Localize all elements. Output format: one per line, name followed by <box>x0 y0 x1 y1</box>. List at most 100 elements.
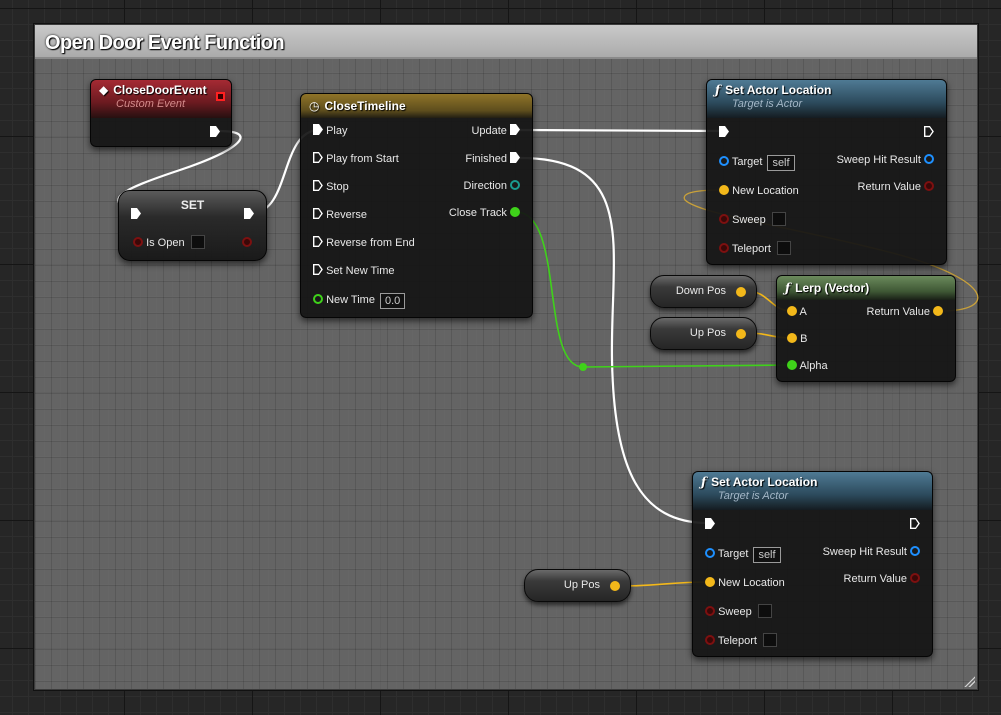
event-diamond-icon: ◆ <box>99 83 109 97</box>
pin-label-new-location: New Location <box>718 577 785 589</box>
play-pin[interactable] <box>313 124 323 135</box>
new-location-pin[interactable] <box>719 185 729 195</box>
up-pos-out-pin[interactable] <box>610 581 620 591</box>
pin-label-new-location: New Location <box>732 185 799 197</box>
play-from-start-pin[interactable] <box>313 152 323 163</box>
set-actor-location-node[interactable]: ƒ Set Actor Location Target is Actor Targ… <box>692 471 933 657</box>
pin-label-reverse: Reverse <box>326 209 368 221</box>
timeline-clock-icon: ◷ <box>309 99 320 113</box>
reverse-pin[interactable] <box>313 208 323 219</box>
node-subtitle: Target is Actor <box>718 490 789 502</box>
new-location-pin[interactable] <box>705 577 715 587</box>
stop-pin[interactable] <box>313 180 323 191</box>
target-pin[interactable] <box>705 548 715 558</box>
variable-label: Up Pos <box>689 327 726 339</box>
down-pos-variable-node[interactable]: Down Pos <box>650 275 757 308</box>
exec-in-pin[interactable] <box>131 208 141 219</box>
pin-label-return-value: Return Value <box>866 306 930 318</box>
direction-pin[interactable] <box>510 180 520 190</box>
sweep-pin[interactable] <box>719 214 729 224</box>
is-open-out-pin[interactable] <box>242 237 252 247</box>
node-title: CloseDoorEvent <box>113 83 207 97</box>
sweep-hit-result-pin[interactable] <box>910 546 920 556</box>
pin-label-return-value: Return Value <box>843 573 907 585</box>
sweep-checkbox[interactable] <box>757 604 772 618</box>
exec-out-pin[interactable] <box>244 208 254 219</box>
pin-label-teleport: Teleport <box>731 243 771 255</box>
function-icon: ƒ <box>715 83 721 97</box>
exec-in-pin[interactable] <box>705 518 715 529</box>
pin-label-reverse-from-end: Reverse from End <box>326 237 415 249</box>
pin-label-new-time: New Time <box>326 294 375 306</box>
variable-label: Up Pos <box>563 579 600 591</box>
pin-label-close-track: Close Track <box>448 207 507 219</box>
node-subtitle: Custom Event <box>116 98 186 110</box>
set-variable-node[interactable]: SET Is Open <box>118 190 267 261</box>
node-title: Set Actor Location <box>711 475 818 489</box>
pin-label-sweep: Sweep <box>718 606 752 618</box>
pin-label-target: Target <box>717 548 749 560</box>
variable-label: Down Pos <box>675 285 726 297</box>
pin-label-b: B <box>800 333 808 345</box>
alpha-pin[interactable] <box>787 360 797 370</box>
pin-label-finished: Finished <box>465 153 507 165</box>
close-timeline-node[interactable]: ◷ CloseTimeline Play Play from Start Stop… <box>300 93 533 318</box>
is-open-checkbox[interactable] <box>190 235 205 249</box>
pin-label-sweep: Sweep <box>732 214 766 226</box>
pin-label-teleport: Teleport <box>717 635 757 647</box>
close-door-event-node[interactable]: ◆ CloseDoorEvent Custom Event <box>90 79 232 147</box>
teleport-pin[interactable] <box>719 243 729 253</box>
node-subtitle: Target is Actor <box>732 98 803 110</box>
sweep-hit-result-pin[interactable] <box>924 154 934 164</box>
is-open-in-pin[interactable] <box>133 237 143 247</box>
exec-out-pin[interactable] <box>210 126 220 137</box>
node-title: Set Actor Location <box>725 83 832 97</box>
up-pos-variable-node[interactable]: Up Pos <box>650 317 757 350</box>
function-icon: ƒ <box>785 281 791 295</box>
set-actor-location-node[interactable]: ƒ Set Actor Location Target is Actor Targ… <box>706 79 947 265</box>
return-value-pin[interactable] <box>910 573 920 583</box>
exec-in-pin[interactable] <box>719 126 729 137</box>
return-value-pin[interactable] <box>924 181 934 191</box>
lerp-vector-node[interactable]: ƒ Lerp (Vector) A B Alpha Return Value <box>776 275 956 382</box>
up-pos-variable-node[interactable]: Up Pos <box>524 569 631 602</box>
pin-label-alpha: Alpha <box>799 360 828 372</box>
target-pin[interactable] <box>719 156 729 166</box>
function-icon: ƒ <box>701 475 707 489</box>
set-new-time-pin[interactable] <box>313 264 323 275</box>
sweep-pin[interactable] <box>705 606 715 616</box>
up-pos-out-pin[interactable] <box>736 329 746 339</box>
close-track-pin[interactable] <box>510 207 520 217</box>
teleport-checkbox[interactable] <box>763 633 777 647</box>
pin-label-play-from-start: Play from Start <box>326 153 399 165</box>
delegate-pin-icon[interactable] <box>216 92 225 101</box>
pin-label-set-new-time: Set New Time <box>326 265 395 277</box>
pin-label-sweep-hit-result: Sweep Hit Result <box>836 154 921 166</box>
a-pin[interactable] <box>787 306 797 316</box>
pin-label-a: A <box>799 306 807 318</box>
pin-label-sweep-hit-result: Sweep Hit Result <box>822 546 907 558</box>
sweep-checkbox[interactable] <box>771 212 786 226</box>
update-pin[interactable] <box>510 124 520 135</box>
pin-label-play: Play <box>326 125 348 137</box>
pin-label-update: Update <box>471 125 507 137</box>
pin-label-direction: Direction <box>463 180 507 192</box>
teleport-checkbox[interactable] <box>777 241 791 255</box>
finished-pin[interactable] <box>510 152 520 163</box>
down-pos-out-pin[interactable] <box>736 287 746 297</box>
exec-out-pin[interactable] <box>910 518 920 529</box>
pin-label-target: Target <box>731 156 763 168</box>
reverse-from-end-pin[interactable] <box>313 236 323 247</box>
new-time-input[interactable]: 0.0 <box>379 293 406 309</box>
exec-out-pin[interactable] <box>924 126 934 137</box>
target-input[interactable]: self <box>767 155 795 171</box>
comment-title[interactable]: Open Door Event Function <box>35 25 977 59</box>
b-pin[interactable] <box>787 333 797 343</box>
return-value-pin[interactable] <box>933 306 943 316</box>
teleport-pin[interactable] <box>705 635 715 645</box>
target-input[interactable]: self <box>753 547 781 563</box>
new-time-pin[interactable] <box>313 294 323 304</box>
node-title: CloseTimeline <box>324 99 406 113</box>
resize-handle-icon[interactable] <box>963 675 975 687</box>
pin-label-stop: Stop <box>326 181 349 193</box>
